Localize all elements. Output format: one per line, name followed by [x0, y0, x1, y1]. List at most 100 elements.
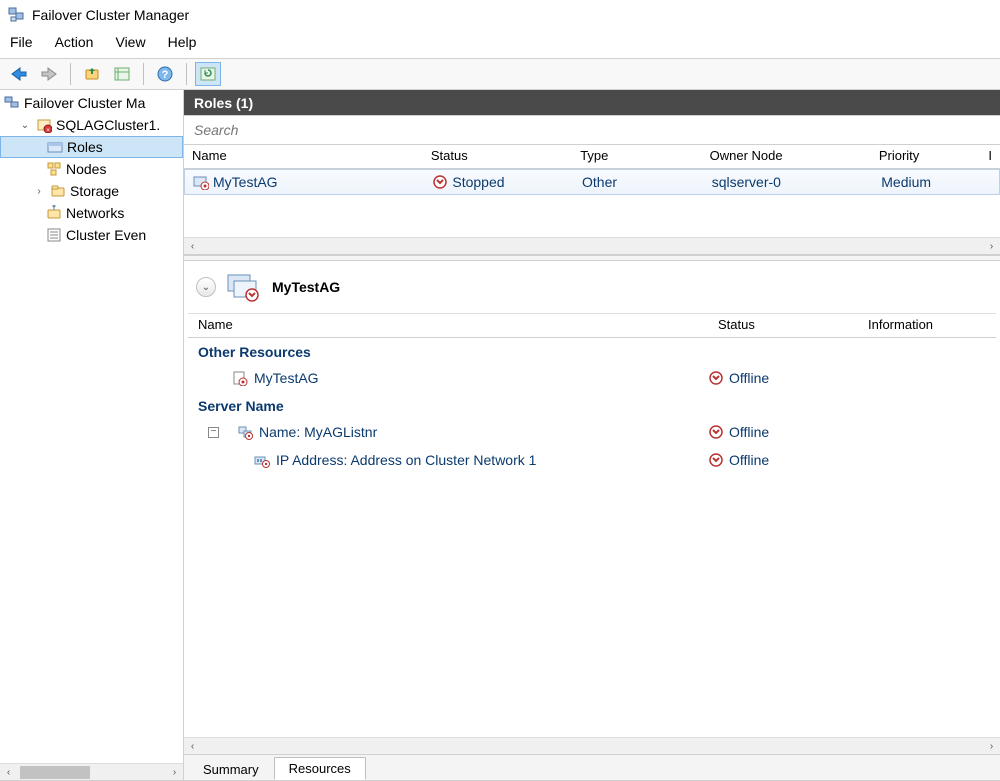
- scroll-left-icon[interactable]: ‹: [0, 764, 17, 780]
- menu-action[interactable]: Action: [55, 34, 94, 50]
- detail-header: ⌄ MyTestAG: [184, 261, 1000, 303]
- tree-hscrollbar[interactable]: ‹ ›: [0, 763, 183, 780]
- tree-root[interactable]: Failover Cluster Ma: [0, 92, 183, 114]
- expander-icon[interactable]: ›: [32, 186, 46, 197]
- tree-cluster-label: SQLAGCluster1.: [56, 117, 160, 133]
- offline-icon: [708, 452, 724, 468]
- resource-status: Offline: [729, 424, 769, 440]
- section-other-resources: Other Resources: [188, 338, 996, 364]
- roles-row[interactable]: MyTestAG Stopped Other sqlserver-0 Mediu…: [184, 169, 1000, 195]
- detail-pane: ⌄ MyTestAG Name Status Information Other…: [184, 261, 1000, 780]
- collapse-icon[interactable]: −: [208, 427, 219, 438]
- tree-pane: Failover Cluster Ma ⌄ × SQLAGCluster1. R…: [0, 90, 184, 780]
- roles-grid: Name Status Type Owner Node Priority I M…: [184, 145, 1000, 255]
- detail-tabs: Summary Resources: [184, 754, 1000, 780]
- dcol-status[interactable]: Status: [708, 314, 858, 337]
- resource-name: MyTestAG: [254, 370, 319, 386]
- cluster-manager-icon: [4, 95, 20, 111]
- toolbar-separator: [143, 63, 144, 85]
- dcol-name[interactable]: Name: [188, 314, 708, 337]
- col-info[interactable]: I: [980, 145, 1000, 168]
- tab-summary[interactable]: Summary: [188, 758, 274, 780]
- col-type[interactable]: Type: [572, 145, 701, 168]
- right-pane: Roles (1) Name Status Type Owner Node Pr…: [184, 90, 1000, 780]
- server-name-icon: [237, 424, 253, 440]
- detail-title: MyTestAG: [272, 279, 340, 295]
- resource-name: Name: MyAGListnr: [259, 424, 377, 440]
- menu-bar: File Action View Help: [0, 30, 1000, 58]
- detail-grid: Name Status Information Other Resources …: [188, 313, 996, 737]
- cluster-icon: ×: [36, 117, 52, 133]
- role-name: MyTestAG: [213, 174, 278, 190]
- svg-text:×: ×: [46, 128, 50, 133]
- section-server-name: Server Name: [188, 392, 996, 418]
- toolbar-separator: [70, 63, 71, 85]
- tab-resources[interactable]: Resources: [274, 757, 366, 780]
- workspace: Failover Cluster Ma ⌄ × SQLAGCluster1. R…: [0, 90, 1000, 781]
- tree-item-cluster-events[interactable]: Cluster Even: [0, 224, 183, 246]
- collapse-toggle[interactable]: ⌄: [196, 277, 216, 297]
- refresh-button[interactable]: [195, 62, 221, 86]
- roles-grid-header: Name Status Type Owner Node Priority I: [184, 145, 1000, 169]
- dcol-info[interactable]: Information: [858, 314, 996, 337]
- scroll-left-icon[interactable]: ‹: [184, 238, 201, 255]
- toolbar: ?: [0, 58, 1000, 90]
- col-owner[interactable]: Owner Node: [702, 145, 871, 168]
- nav-tree: Failover Cluster Ma ⌄ × SQLAGCluster1. R…: [0, 90, 183, 763]
- svg-text:?: ?: [162, 69, 169, 81]
- menu-file[interactable]: File: [10, 34, 33, 50]
- nodes-icon: [46, 161, 62, 177]
- role-owner: sqlserver-0: [712, 174, 781, 190]
- scroll-left-icon[interactable]: ‹: [184, 738, 201, 755]
- tree-item-networks[interactable]: Networks: [0, 202, 183, 224]
- properties-button[interactable]: [109, 62, 135, 86]
- menu-view[interactable]: View: [115, 34, 145, 50]
- resource-status: Offline: [729, 370, 769, 386]
- tree-item-label: Roles: [67, 139, 103, 155]
- detail-hscrollbar[interactable]: ‹ ›: [184, 737, 1000, 754]
- stopped-icon: [432, 174, 448, 190]
- up-button[interactable]: [79, 62, 105, 86]
- resource-status: Offline: [729, 452, 769, 468]
- search-input[interactable]: [184, 116, 1000, 144]
- role-status: Stopped: [452, 174, 504, 190]
- help-button[interactable]: ?: [152, 62, 178, 86]
- resource-row[interactable]: MyTestAG Offline: [188, 364, 996, 392]
- scrollbar-thumb[interactable]: [20, 766, 90, 779]
- resource-icon: [232, 370, 248, 386]
- resource-row[interactable]: − Name: MyAGListnr Offline: [188, 418, 996, 446]
- roles-header-title: Roles (1): [194, 95, 253, 111]
- tree-item-roles[interactable]: Roles: [0, 136, 183, 158]
- app-title: Failover Cluster Manager: [32, 7, 189, 23]
- col-name[interactable]: Name: [184, 145, 423, 168]
- tree-item-label: Storage: [70, 183, 119, 199]
- detail-icon: [226, 271, 262, 303]
- scroll-right-icon[interactable]: ›: [983, 738, 1000, 755]
- tree-root-label: Failover Cluster Ma: [24, 95, 145, 111]
- tree-item-label: Nodes: [66, 161, 106, 177]
- role-type: Other: [582, 174, 617, 190]
- tree-item-storage[interactable]: › Storage: [0, 180, 183, 202]
- tree-cluster[interactable]: ⌄ × SQLAGCluster1.: [0, 114, 183, 136]
- role-icon: [193, 174, 209, 190]
- back-button[interactable]: [6, 62, 32, 86]
- title-bar: Failover Cluster Manager: [0, 0, 1000, 30]
- scroll-right-icon[interactable]: ›: [983, 238, 1000, 255]
- ip-address-icon: [254, 452, 270, 468]
- roles-hscrollbar[interactable]: ‹ ›: [184, 237, 1000, 254]
- roles-header: Roles (1): [184, 90, 1000, 116]
- tree-item-nodes[interactable]: Nodes: [0, 158, 183, 180]
- offline-icon: [708, 370, 724, 386]
- tree-item-label: Cluster Even: [66, 227, 146, 243]
- role-priority: Medium: [881, 174, 931, 190]
- toolbar-separator: [186, 63, 187, 85]
- resource-row[interactable]: IP Address: Address on Cluster Network 1…: [188, 446, 996, 474]
- app-icon: [8, 6, 26, 24]
- networks-icon: [46, 205, 62, 221]
- expander-icon[interactable]: ⌄: [18, 120, 32, 131]
- col-status[interactable]: Status: [423, 145, 572, 168]
- forward-button[interactable]: [36, 62, 62, 86]
- menu-help[interactable]: Help: [168, 34, 197, 50]
- scroll-right-icon[interactable]: ›: [166, 764, 183, 780]
- col-priority[interactable]: Priority: [871, 145, 981, 168]
